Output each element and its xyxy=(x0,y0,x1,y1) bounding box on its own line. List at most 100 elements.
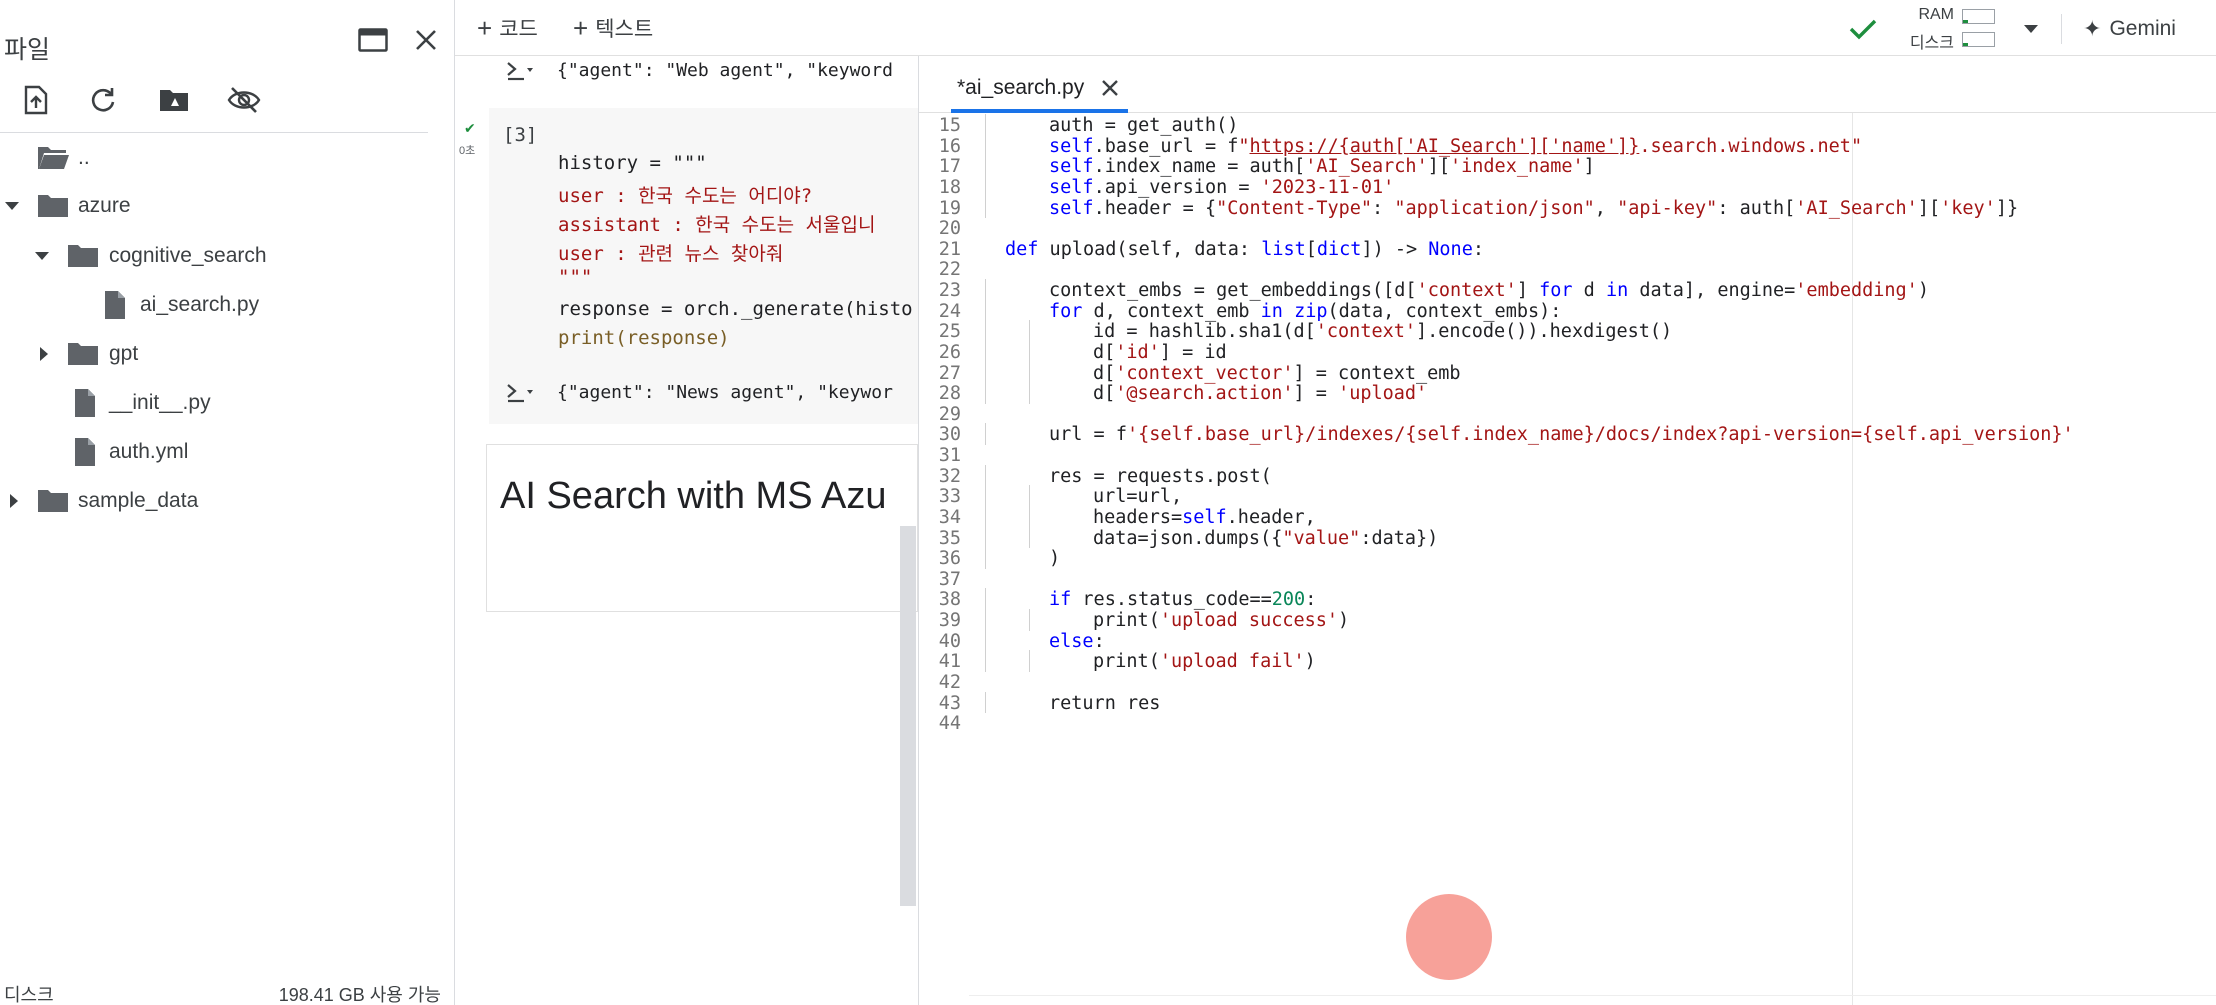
file-browser-panel: 파일 .. azure cognitive_search ai_search.p… xyxy=(0,0,455,1005)
indent-guide xyxy=(1029,361,1030,384)
file-icon xyxy=(68,388,102,418)
indent-guide xyxy=(1029,320,1030,342)
tree-item-sample-data[interactable]: sample_data xyxy=(0,479,440,523)
line-number: 38 xyxy=(938,589,961,611)
add-text-cell-button[interactable]: + 텍스트 xyxy=(573,12,653,44)
line-number: 40 xyxy=(938,630,961,652)
drive-folder-icon xyxy=(160,90,188,111)
line-number: 43 xyxy=(938,692,961,714)
indent-guide xyxy=(985,650,986,672)
tree-item-label: ai_search.py xyxy=(140,293,260,316)
disk-meter xyxy=(1962,32,1995,47)
code-line: assistant : 한국 수도는 서울입니 xyxy=(558,214,876,236)
editor-code-line: d['context_vector'] = context_emb xyxy=(1093,362,1461,384)
editor-code-line: url = f'{self.base_url}/indexes/{self.in… xyxy=(1049,424,2074,446)
upload-file-button[interactable] xyxy=(16,80,56,120)
plus-icon: + xyxy=(573,12,589,43)
file-icon xyxy=(68,437,102,467)
folder-icon xyxy=(66,241,100,271)
editor-code-line: headers=self.header, xyxy=(1093,506,1316,528)
execution-time: 0초 xyxy=(459,145,476,157)
indent-guide xyxy=(1029,526,1030,549)
expanded-arrow-icon[interactable] xyxy=(2,196,22,216)
output-toggle-icon[interactable] xyxy=(504,56,538,86)
indent-guide xyxy=(985,382,986,404)
editor-code-line: d['id'] = id xyxy=(1093,341,1227,363)
tree-item-init-py[interactable]: __init__.py xyxy=(0,381,440,425)
refresh-button[interactable] xyxy=(83,80,123,120)
line-number: 26 xyxy=(938,341,961,363)
editor-code-line: res = requests.post( xyxy=(1049,465,1272,487)
tree-item-gpt[interactable]: gpt xyxy=(0,332,440,376)
indent-guide xyxy=(1029,340,1030,363)
line-number: 24 xyxy=(938,300,961,322)
indent-guide xyxy=(985,340,986,363)
mount-drive-button[interactable] xyxy=(154,80,194,120)
tree-item-cognitive-search[interactable]: cognitive_search xyxy=(0,234,440,278)
collapsed-arrow-icon[interactable] xyxy=(34,344,54,364)
line-number: 15 xyxy=(938,115,961,136)
tree-item-label: auth.yml xyxy=(109,440,189,463)
notebook-scrollbar[interactable] xyxy=(900,526,916,906)
ram-meter xyxy=(1962,9,1995,24)
line-number: 17 xyxy=(938,156,961,178)
dock-panel-button[interactable] xyxy=(355,22,391,58)
gemini-button[interactable]: ✦ Gemini xyxy=(2083,12,2176,46)
text-cell-heading: AI Search with MS Azu xyxy=(500,475,887,517)
file-icon xyxy=(98,290,132,320)
line-number: 27 xyxy=(938,362,961,384)
close-tab-button[interactable] xyxy=(1098,76,1122,100)
editor-tab-title: *ai_search.py xyxy=(957,75,1085,99)
output-toggle-icon[interactable] xyxy=(504,378,538,408)
tree-item-parent[interactable]: .. xyxy=(0,136,440,180)
expanded-arrow-icon[interactable] xyxy=(32,246,52,266)
code-editor[interactable]: 15 16 17 18 19 20 21 22 23 24 25 26 27 28 29 30 31 32 33 34… xyxy=(919,113,2216,1005)
editor-code-line: print('upload fail') xyxy=(1093,651,1316,673)
refresh-icon xyxy=(91,88,115,112)
editor-code-line: ) xyxy=(1049,548,1061,570)
line-number: 31 xyxy=(938,445,961,467)
indent-guide xyxy=(985,134,986,157)
editor-tab-bar: *ai_search.py xyxy=(919,56,2216,113)
line-number: 33 xyxy=(938,486,961,508)
tree-item-label: sample_data xyxy=(78,489,199,512)
indent-guide xyxy=(985,299,986,322)
add-code-cell-button[interactable]: + 코드 xyxy=(477,12,538,44)
line-number: 25 xyxy=(938,321,961,343)
indent-guide xyxy=(985,485,986,507)
editor-code-line: self.header = {"Content-Type": "applicat… xyxy=(1049,197,2019,219)
tree-item-azure[interactable]: azure xyxy=(0,184,440,228)
toggle-hidden-files-button[interactable] xyxy=(224,80,264,120)
upload-file-icon xyxy=(24,85,48,115)
line-number: 36 xyxy=(938,548,961,570)
tree-item-ai-search-py[interactable]: ai_search.py xyxy=(0,283,440,327)
line-number: 30 xyxy=(938,424,961,446)
text-cell[interactable]: AI Search with MS Azu xyxy=(486,444,918,612)
editor-code-line: for d, context_emb in zip(data, context_… xyxy=(1049,300,1562,322)
execution-count: [3] xyxy=(503,124,538,146)
resource-meter[interactable]: RAM 디스크 xyxy=(1896,5,2008,52)
file-panel-title: 파일 xyxy=(4,36,51,64)
ram-meter-fill xyxy=(1963,20,1968,23)
editor-tab-ai-search[interactable]: *ai_search.py xyxy=(951,66,1129,113)
indent-guide xyxy=(1029,485,1030,507)
execution-success-check-icon: ✔ xyxy=(464,120,476,136)
editor-code-line: self.api_version = '2023-11-01' xyxy=(1049,176,1395,198)
folder-icon xyxy=(36,191,70,221)
tree-item-auth-yml[interactable]: auth.yml xyxy=(0,430,440,474)
indent-guide xyxy=(985,505,986,528)
caret-down-icon xyxy=(2024,25,2038,33)
folder-icon xyxy=(66,339,100,369)
code-line: user : 관련 뉴스 찾아줘 xyxy=(558,243,784,265)
line-number: 29 xyxy=(938,403,961,425)
runtime-dropdown-button[interactable] xyxy=(2015,14,2047,44)
indent-guide xyxy=(985,196,986,219)
close-panel-button[interactable] xyxy=(408,22,444,58)
collapsed-arrow-icon[interactable] xyxy=(4,491,24,511)
line-number: 41 xyxy=(938,651,961,673)
runtime-connected-check-icon[interactable] xyxy=(1845,12,1881,46)
line-number: 42 xyxy=(938,672,961,693)
indent-guide xyxy=(985,547,986,569)
editor-code-line: return res xyxy=(1049,692,1161,714)
indent-guide xyxy=(985,588,986,611)
